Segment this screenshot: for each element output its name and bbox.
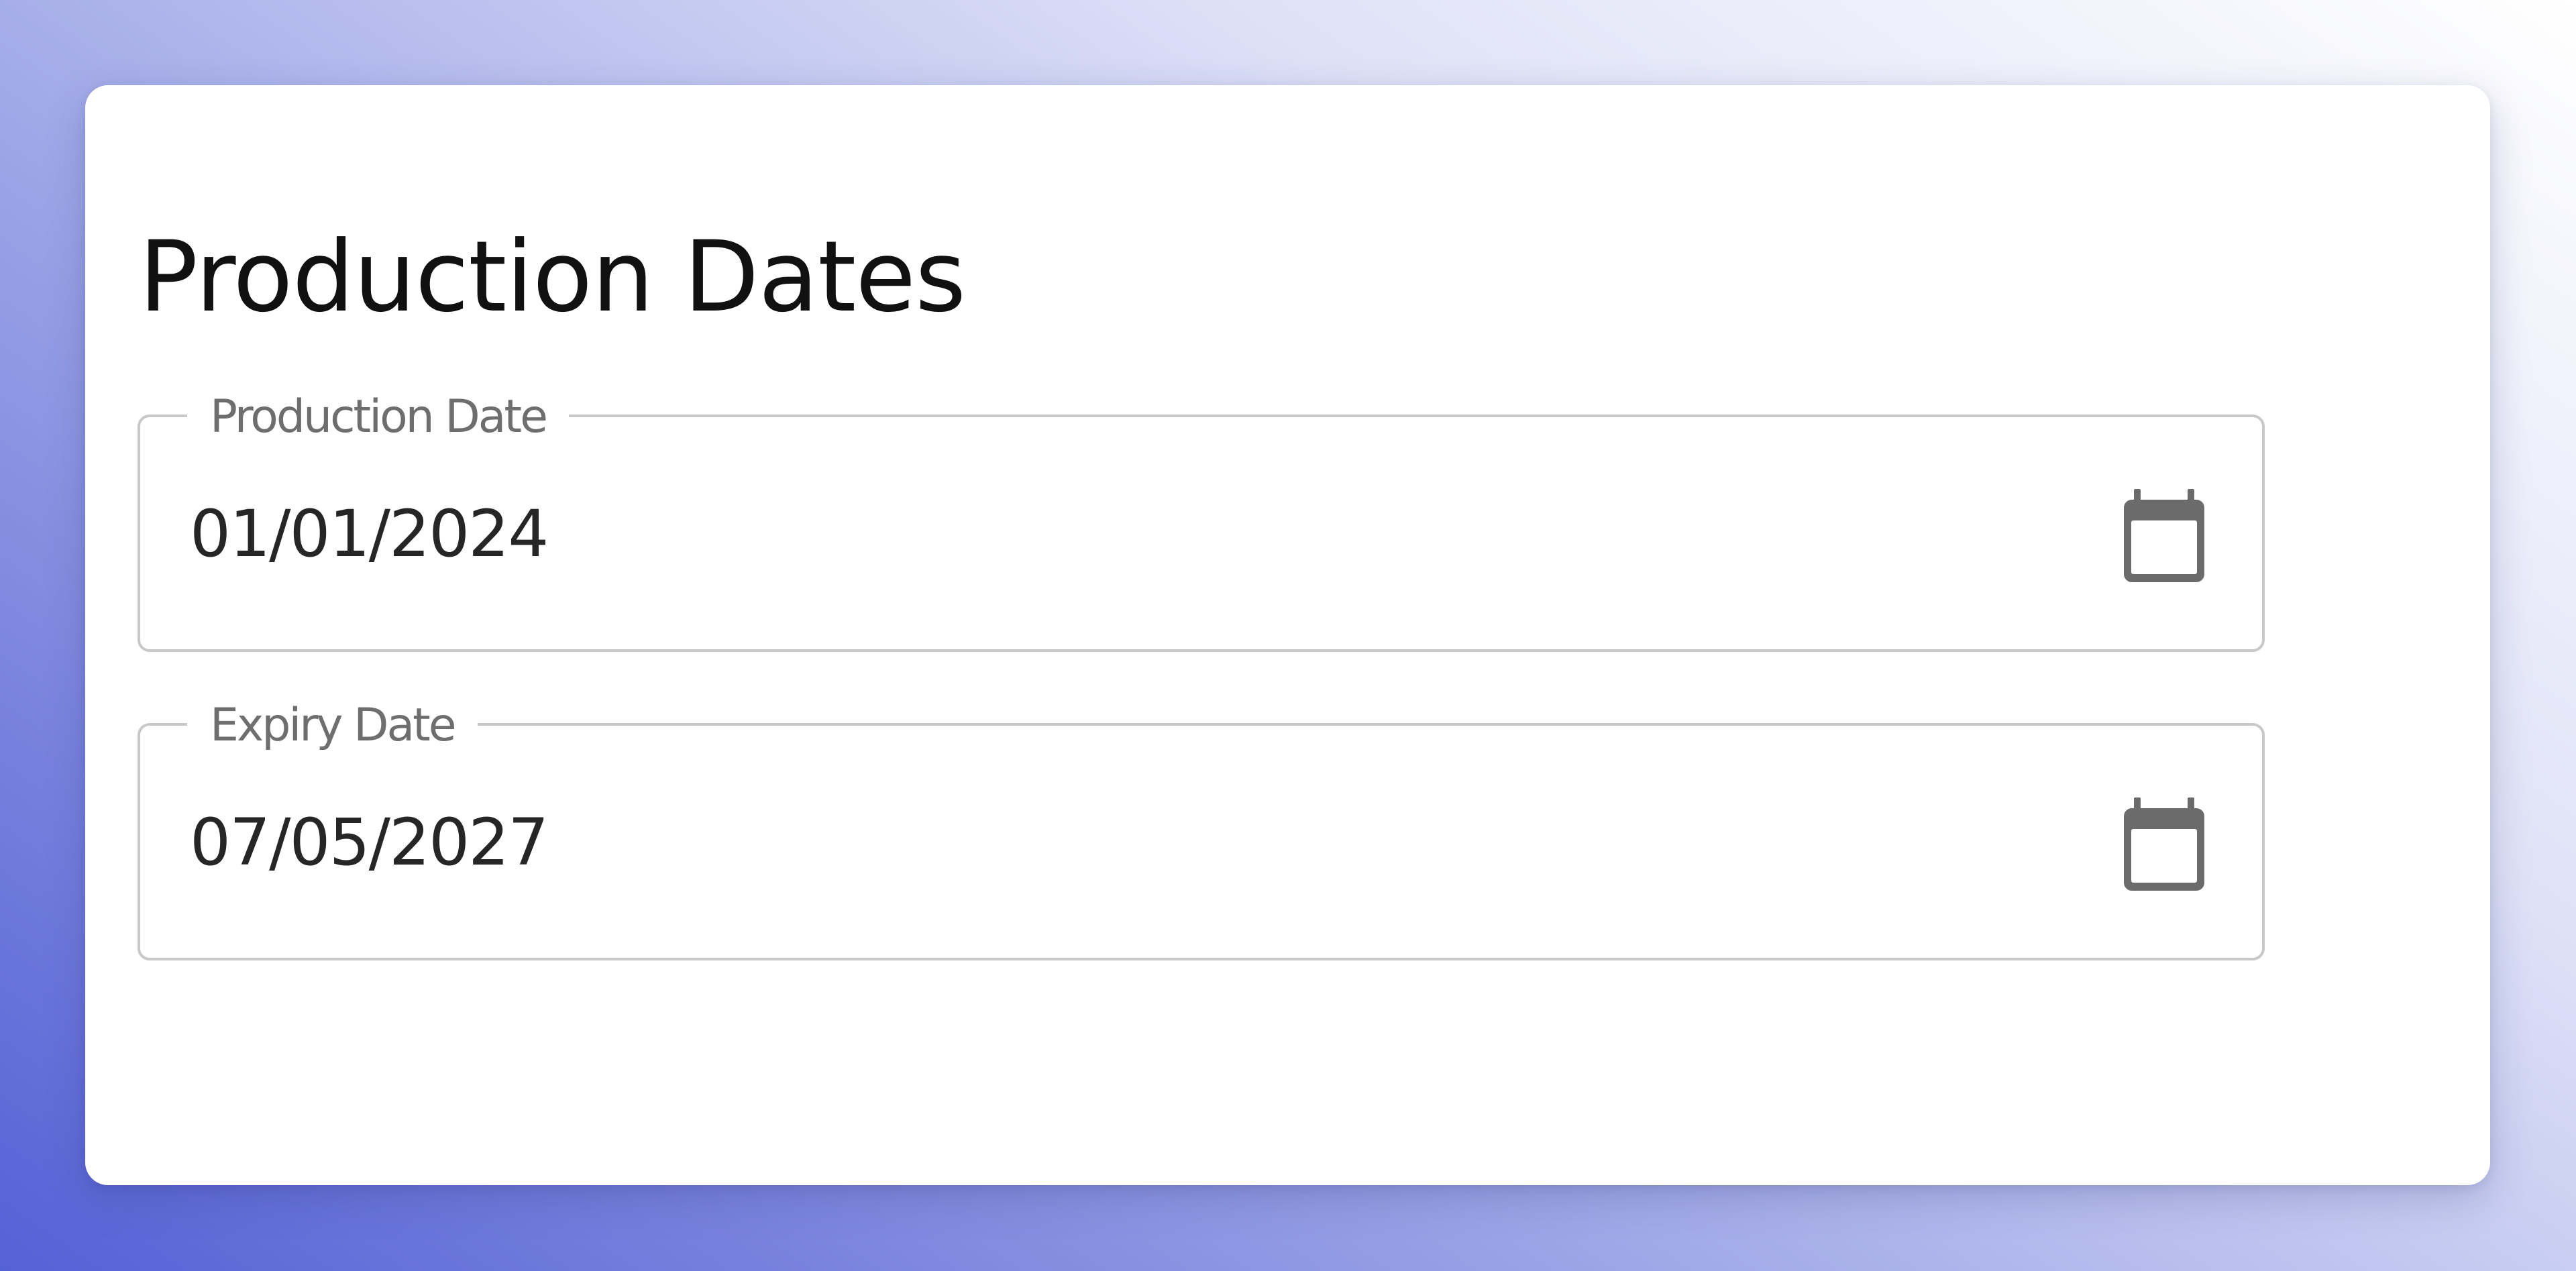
calendar-icon xyxy=(2124,797,2204,891)
production-date-input[interactable]: 01/01/2024 xyxy=(190,496,549,571)
expiry-date-label: Expiry Date xyxy=(187,698,478,754)
expiry-date-input[interactable]: 07/05/2027 xyxy=(190,805,549,880)
calendar-icon xyxy=(2124,489,2204,582)
production-date-label: Production Date xyxy=(187,389,569,445)
production-date-picker-button[interactable] xyxy=(2121,489,2208,586)
expiry-date-picker-button[interactable] xyxy=(2121,797,2208,894)
expiry-date-field[interactable]: Expiry Date 07/05/2027 xyxy=(138,698,2265,960)
page-title: Production Dates xyxy=(139,220,966,334)
production-date-field[interactable]: Production Date 01/01/2024 xyxy=(138,389,2265,652)
